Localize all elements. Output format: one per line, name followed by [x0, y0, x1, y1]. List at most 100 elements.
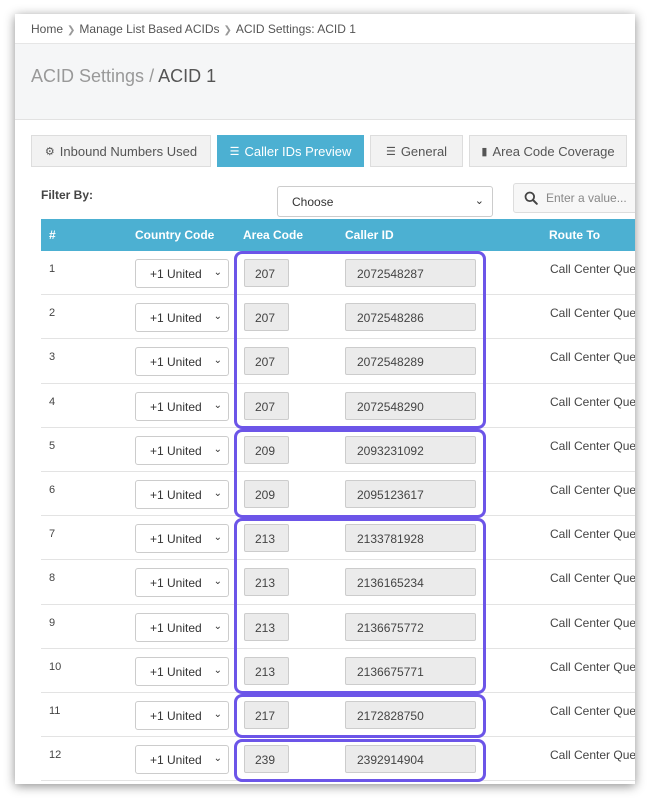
- breadcrumb-home[interactable]: Home: [31, 22, 63, 36]
- route-to-value: Call Center Que: [550, 615, 635, 630]
- header-country-code[interactable]: Country Code: [135, 228, 214, 242]
- route-to-value: Call Center Que: [550, 482, 635, 497]
- row-number: 4: [49, 395, 56, 408]
- chevron-down-icon: ⌄: [213, 311, 222, 323]
- filter-label: Filter By:: [41, 188, 94, 202]
- tab-caller-ids-preview[interactable]: ☰ Caller IDs Preview: [217, 135, 364, 167]
- page-title: ACID Settings / ACID 1: [31, 66, 619, 87]
- country-code-select[interactable]: +1 United ⌄: [135, 700, 229, 730]
- route-to-value: Call Center Que: [550, 703, 635, 718]
- chevron-down-icon: ⌄: [213, 399, 222, 411]
- country-code-select[interactable]: +1 United ⌄: [135, 524, 229, 554]
- country-code-select[interactable]: +1 United ⌄: [135, 391, 229, 421]
- route-to-value: Call Center Que: [550, 350, 635, 365]
- page-title-separator: /: [149, 66, 155, 86]
- list-icon: ☰: [385, 145, 396, 158]
- chevron-down-icon: ⌄: [213, 267, 222, 278]
- country-code-value: +1 United: [150, 576, 202, 591]
- route-to-value: Call Center Que: [550, 394, 635, 409]
- route-to-value: Call Center Que: [550, 306, 635, 321]
- header-caller-id[interactable]: Caller ID: [345, 228, 394, 242]
- app-window: Home ❯ Manage List Based ACIDs ❯ ACID Settin…: [15, 14, 635, 784]
- header-area-code[interactable]: Area Code: [243, 228, 303, 242]
- tab-general[interactable]: ☰ General: [370, 135, 463, 167]
- country-code-value: +1 United: [150, 443, 202, 458]
- row-number: 10: [49, 660, 62, 673]
- country-code-value: +1 United: [150, 399, 202, 414]
- chevron-down-icon: ⌄: [213, 443, 222, 455]
- header-route-to[interactable]: Route To: [549, 228, 600, 242]
- breadcrumb-manage-acids[interactable]: Manage List Based ACIDs: [79, 22, 219, 36]
- tab-inbound-numbers-used[interactable]: ⚙ Inbound Numbers Used: [31, 135, 211, 167]
- row-number: 6: [49, 483, 56, 496]
- main-content: ⚙ Inbound Numbers Used ☰ Caller IDs Prev…: [15, 120, 635, 227]
- area-code-group-highlight: [234, 429, 486, 518]
- chevron-down-icon: ⌄: [474, 195, 484, 207]
- tab-bar: ⚙ Inbound Numbers Used ☰ Caller IDs Prev…: [31, 135, 635, 167]
- country-code-select[interactable]: +1 United ⌄: [135, 479, 229, 509]
- gear-icon: ⚙: [44, 145, 55, 158]
- country-code-select[interactable]: +1 United ⌄: [135, 568, 229, 598]
- tab-label: Caller IDs Preview: [244, 143, 352, 159]
- chevron-down-icon: ⌄: [213, 355, 222, 367]
- route-to-value: Call Center Que: [550, 571, 635, 586]
- country-code-select[interactable]: +1 United ⌄: [135, 303, 229, 333]
- country-code-value: +1 United: [150, 532, 202, 547]
- country-code-value: +1 United: [150, 311, 202, 326]
- country-code-select[interactable]: +1 United ⌄: [135, 347, 229, 377]
- area-code-group-highlight: [234, 694, 486, 738]
- tab-area-code-coverage[interactable]: ▮ Area Code Coverage: [469, 135, 627, 167]
- row-number: 11: [49, 704, 61, 717]
- header-num[interactable]: #: [49, 228, 56, 242]
- route-to-value: Call Center Que: [550, 262, 635, 276]
- route-to-value: Call Center Que: [550, 438, 635, 453]
- breadcrumb: Home ❯ Manage List Based ACIDs ❯ ACID Settin…: [15, 14, 635, 44]
- row-number: 2: [49, 307, 56, 320]
- row-number: 7: [49, 528, 56, 541]
- country-code-select[interactable]: +1 United ⌄: [135, 656, 229, 686]
- tab-label: Inbound Numbers Used: [59, 143, 198, 159]
- page-title-current: ACID 1: [158, 66, 217, 86]
- row-number: 3: [49, 351, 56, 364]
- row-number: 5: [49, 439, 56, 452]
- country-code-select[interactable]: +1 United ⌄: [135, 259, 229, 288]
- route-to-value: Call Center Que: [550, 527, 635, 542]
- chevron-right-icon: ❯: [67, 25, 76, 36]
- search-icon: [524, 191, 538, 205]
- chevron-down-icon: ⌄: [213, 708, 222, 720]
- chevron-down-icon: ⌄: [213, 487, 222, 499]
- tab-label: Area Code Coverage: [492, 143, 615, 159]
- country-code-value: +1 United: [150, 487, 202, 502]
- country-code-value: +1 United: [150, 708, 202, 723]
- page-title-parent: ACID Settings: [31, 66, 145, 86]
- filter-select-value: Choose: [292, 195, 334, 209]
- document-icon: ▮: [481, 145, 488, 158]
- row-number: 12: [49, 749, 62, 762]
- tab-label: General: [400, 143, 448, 159]
- caller-ids-table: # Country Code Area Code Caller ID Route…: [41, 219, 635, 782]
- area-code-group-highlight: [234, 518, 486, 694]
- chevron-down-icon: ⌄: [213, 620, 222, 632]
- chevron-down-icon: ⌄: [213, 753, 222, 765]
- area-code-group-highlight: [234, 251, 486, 429]
- search-input[interactable]: Enter a value...: [513, 183, 635, 213]
- route-to-value: Call Center Que: [550, 659, 635, 674]
- row-number: 9: [49, 616, 56, 629]
- row-number: 1: [49, 263, 56, 275]
- chevron-right-icon: ❯: [223, 25, 232, 36]
- filter-row: Filter By: Choose ⌄ Enter a value...: [31, 167, 635, 227]
- filter-select[interactable]: Choose ⌄: [277, 186, 493, 217]
- country-code-select[interactable]: +1 United ⌄: [135, 612, 229, 642]
- country-code-select[interactable]: +1 United ⌄: [135, 435, 229, 465]
- area-code-group-highlight: [234, 739, 486, 782]
- chevron-down-icon: ⌄: [213, 576, 222, 588]
- country-code-value: +1 United: [150, 664, 202, 679]
- row-number: 8: [49, 572, 56, 585]
- route-to-value: Call Center Que: [550, 748, 635, 763]
- page-header: ACID Settings / ACID 1: [15, 44, 635, 120]
- country-code-select[interactable]: +1 United ⌄: [135, 745, 229, 775]
- table-header: # Country Code Area Code Caller ID Route…: [41, 219, 635, 251]
- country-code-value: +1 United: [150, 753, 202, 768]
- search-placeholder: Enter a value...: [546, 191, 627, 205]
- list-icon: ☰: [229, 145, 240, 158]
